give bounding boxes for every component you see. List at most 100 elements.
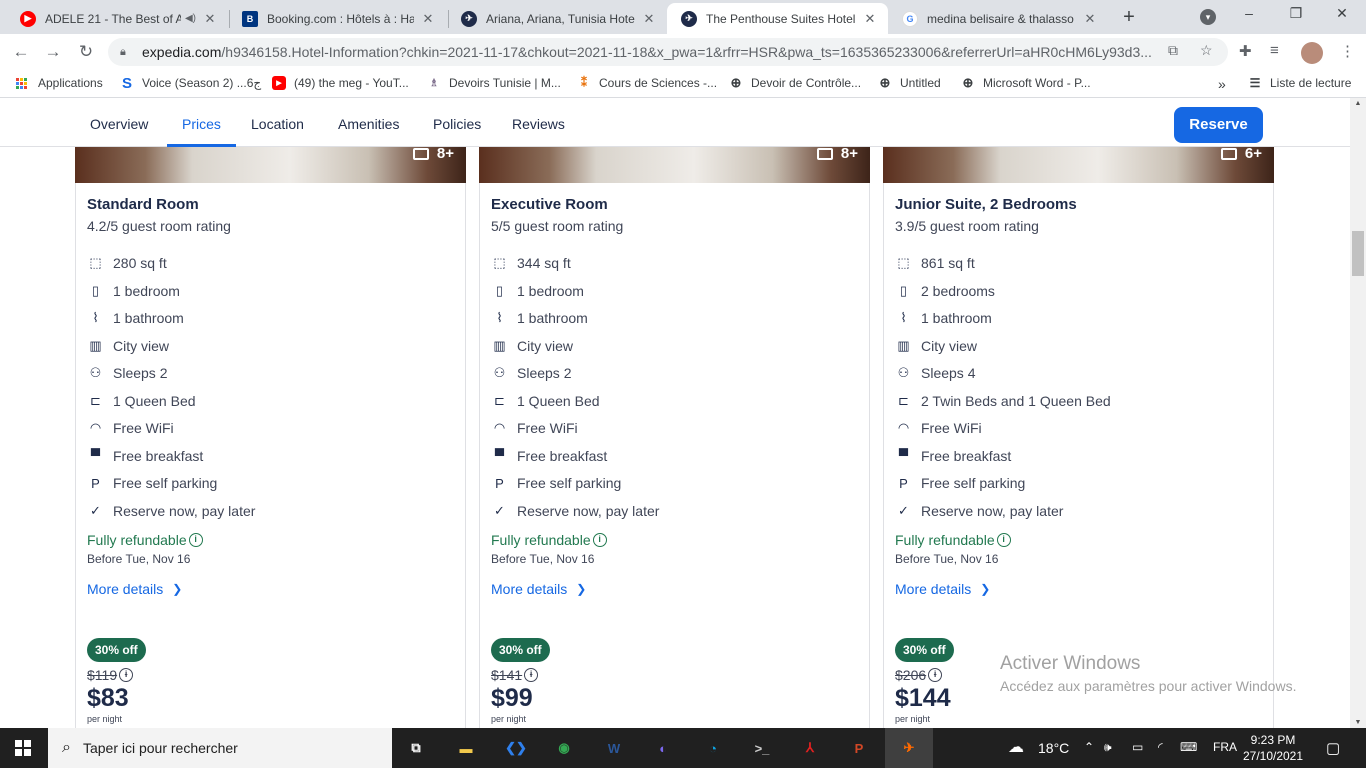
powerpoint-icon[interactable]: P: [846, 736, 872, 760]
volume-icon[interactable]: 🕪︎: [1104, 740, 1112, 755]
info-icon[interactable]: i: [996, 533, 1011, 547]
taskbar-search[interactable]: ⌕ Taper ici pour rechercher: [48, 728, 392, 768]
translate-icon[interactable]: ⧉: [1168, 42, 1178, 59]
keyboard-icon[interactable]: ⌨: [1180, 740, 1197, 754]
info-icon[interactable]: i: [524, 668, 539, 682]
tab-adele[interactable]: ▶ ADELE 21 - The Best of A ◀) ✕: [6, 3, 228, 34]
lock-icon[interactable]: 🔒︎: [120, 46, 130, 58]
scroll-down-icon[interactable]: ▼: [1350, 719, 1366, 726]
bookmark-untitled[interactable]: ⊕ Untitled: [878, 75, 941, 90]
tab-search-icon[interactable]: ▾: [1200, 9, 1216, 25]
feature-text: Free WiFi: [113, 420, 174, 436]
tab-title: medina belisaire & thalasso -: [927, 11, 1076, 26]
close-tab-icon[interactable]: ✕: [1082, 11, 1098, 27]
speaker-icon[interactable]: ◀): [185, 13, 196, 24]
room-card[interactable]: 6+ Junior Suite, 2 Bedrooms 3.9/5 guest …: [883, 145, 1274, 728]
tab-reviews[interactable]: Reviews: [512, 116, 565, 132]
room-name: Executive Room: [491, 196, 608, 213]
file-explorer-icon[interactable]: ▬: [453, 736, 479, 760]
info-icon[interactable]: i: [119, 668, 134, 682]
photo-count-button[interactable]: 6+: [1220, 145, 1262, 162]
minimize-icon[interactable]: –: [1239, 5, 1259, 21]
windows-start-icon[interactable]: [15, 740, 31, 756]
weather-temperature[interactable]: 18°C: [1038, 740, 1069, 756]
photo-count-button[interactable]: 8+: [412, 145, 454, 162]
close-tab-icon[interactable]: ✕: [641, 11, 657, 27]
bookmark-devoirs[interactable]: ♗ Devoirs Tunisie | M...: [427, 76, 561, 90]
bookmark-devoir-controle[interactable]: ⊕ Devoir de Contrôle...: [729, 75, 862, 90]
close-window-icon[interactable]: ✕: [1332, 5, 1352, 22]
scroll-thumb[interactable]: [1352, 231, 1364, 276]
word-icon[interactable]: W: [601, 736, 627, 760]
edge-icon[interactable]: ◔: [700, 736, 726, 760]
media-control-icon[interactable]: ≡: [1270, 42, 1279, 59]
reading-list-button[interactable]: ☰ Liste de lecture: [1248, 76, 1352, 90]
tab-booking[interactable]: B Booking.com : Hôtels à : Ham ✕: [228, 3, 446, 34]
tab-amenities[interactable]: Amenities: [338, 116, 399, 132]
bookmarks-bar: Applications S Voice (Season 2) ...6ج ▶ …: [0, 70, 1366, 98]
close-tab-icon[interactable]: ✕: [420, 11, 436, 27]
globe-icon: ⊕: [730, 75, 742, 90]
room-feature: ▀ Free breakfast: [87, 448, 203, 464]
tab-ariana[interactable]: ✈ Ariana, Ariana, Tunisia Hotel S ✕: [447, 3, 667, 34]
taskbar-clock[interactable]: 9:23 PM 27/10/2021: [1236, 732, 1310, 764]
more-details-link[interactable]: More details ❯: [491, 581, 586, 597]
back-icon[interactable]: ←: [9, 40, 33, 64]
bookmark-cours[interactable]: ⁑ Cours de Sciences -...: [577, 76, 717, 90]
tab-penthouse[interactable]: ✈ The Penthouse Suites Hotel ✕: [667, 3, 888, 34]
bookmark-applications[interactable]: Applications: [16, 76, 103, 90]
more-details-link[interactable]: More details ❯: [87, 581, 182, 597]
page-scrollbar[interactable]: ▲ ▼: [1350, 98, 1366, 728]
acrobat-icon[interactable]: ⅄: [797, 736, 823, 760]
chrome-icon[interactable]: ◉: [551, 736, 577, 760]
more-details-link[interactable]: More details ❯: [895, 581, 990, 597]
bookmarks-overflow-icon[interactable]: »: [1218, 76, 1226, 92]
bookmark-youtube[interactable]: ▶ (49) the meg - YouT...: [272, 76, 409, 90]
terminal-icon[interactable]: >_: [749, 736, 775, 760]
bookmark-word[interactable]: ⊕ Microsoft Word - P...: [961, 75, 1091, 90]
bookmark-star-icon[interactable]: ☆: [1200, 42, 1213, 59]
restore-icon[interactable]: ❐: [1286, 5, 1306, 22]
network-icon[interactable]: ◜: [1158, 740, 1163, 754]
info-icon[interactable]: i: [188, 533, 203, 547]
tab-overview[interactable]: Overview: [90, 116, 148, 132]
notifications-icon[interactable]: ▢: [1326, 739, 1340, 757]
tab-policies[interactable]: Policies: [433, 116, 481, 132]
vscode-icon[interactable]: ❮❯: [503, 736, 529, 760]
close-tab-icon[interactable]: ✕: [862, 11, 878, 27]
battery-icon[interactable]: ▭: [1132, 740, 1143, 754]
feature-text: 1 Queen Bed: [517, 392, 600, 409]
info-icon[interactable]: i: [928, 668, 943, 682]
tab-location[interactable]: Location: [251, 116, 304, 132]
new-tab-button[interactable]: +: [1120, 6, 1138, 29]
people-icon: ⚇: [89, 365, 102, 380]
search-placeholder: Taper ici pour rechercher: [82, 740, 238, 756]
room-photo[interactable]: 8+: [75, 145, 466, 183]
eclipse-icon[interactable]: ◐: [650, 736, 676, 760]
tab-prices[interactable]: Prices: [182, 116, 221, 132]
tab-medina[interactable]: G medina belisaire & thalasso - ✕: [888, 3, 1108, 34]
weather-icon[interactable]: ☁: [1008, 737, 1024, 757]
bookmark-voice[interactable]: S Voice (Season 2) ...6ج: [120, 75, 261, 92]
address-bar[interactable]: 🔒︎ expedia.com /h9346158.Hotel-Informati…: [108, 38, 1228, 66]
room-photo[interactable]: 8+: [479, 145, 870, 183]
menu-icon[interactable]: ⋮: [1340, 42, 1355, 60]
forward-icon[interactable]: →: [41, 40, 65, 64]
refund-label: Fully refundable: [491, 532, 591, 548]
language-indicator[interactable]: FRA: [1213, 740, 1237, 754]
room-card[interactable]: 8+ Standard Room 4.2/5 guest room rating…: [75, 145, 466, 728]
tab-title: ADELE 21 - The Best of A: [45, 11, 181, 26]
scroll-up-icon[interactable]: ▲: [1350, 100, 1366, 107]
photo-count-button[interactable]: 8+: [816, 145, 858, 162]
room-photo[interactable]: 6+: [883, 145, 1274, 183]
room-card[interactable]: 8+ Executive Room 5/5 guest room rating …: [479, 145, 870, 728]
profile-avatar[interactable]: [1301, 42, 1323, 64]
expedia-app-icon[interactable]: ✈: [896, 736, 922, 760]
info-icon[interactable]: i: [592, 533, 607, 547]
task-view-icon[interactable]: ⧉: [403, 736, 429, 760]
extensions-icon[interactable]: ✚: [1239, 42, 1252, 60]
tray-chevron-icon[interactable]: ⌃: [1084, 740, 1094, 754]
close-tab-icon[interactable]: ✕: [202, 11, 218, 27]
reload-icon[interactable]: ↻: [74, 40, 98, 64]
reserve-button[interactable]: Reserve: [1174, 107, 1263, 143]
